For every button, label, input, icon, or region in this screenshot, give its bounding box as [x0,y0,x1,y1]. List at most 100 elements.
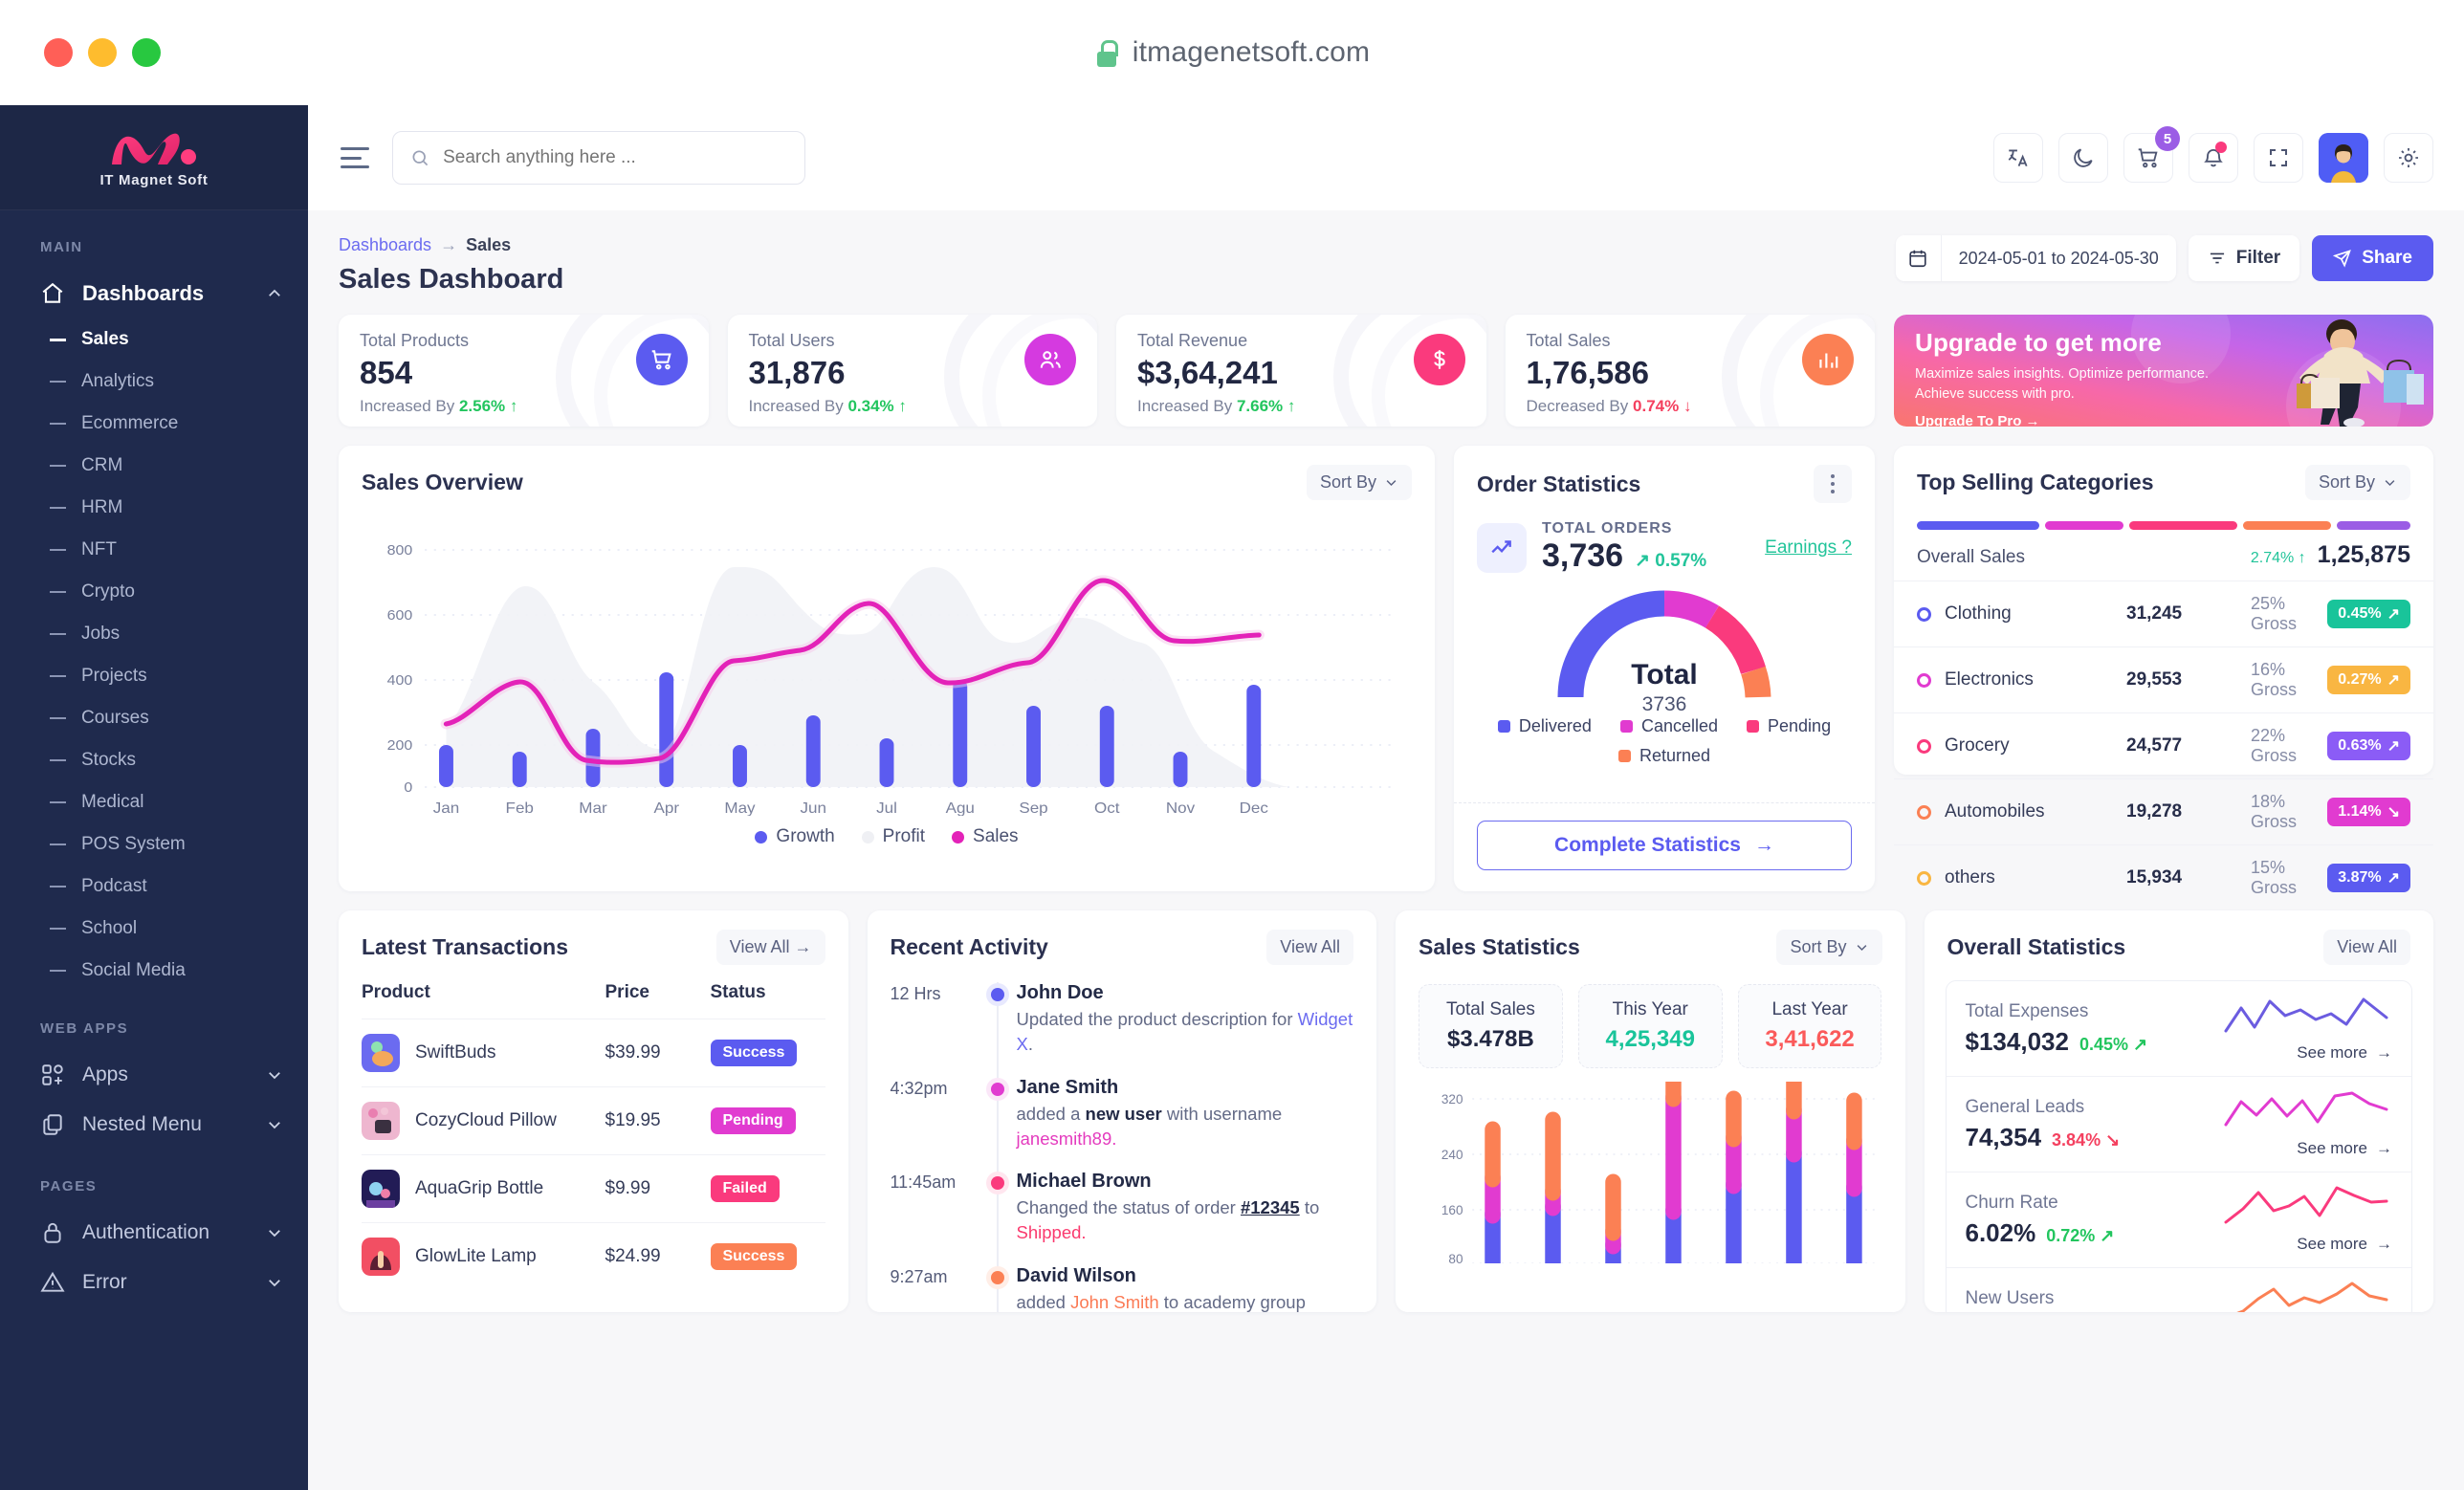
sidebar-item-dashboards[interactable]: Dashboards [0,269,308,318]
sidebar-item-error[interactable]: Error [0,1258,308,1307]
legend-item-returned[interactable]: Returned [1617,746,1710,766]
see-more-link[interactable]: See more → [2222,1043,2392,1063]
sidebar-subitem-stocks[interactable]: Stocks [0,739,308,781]
dash-icon [50,591,66,593]
sidebar-item-nested-menu[interactable]: Nested Menu [0,1100,308,1150]
complete-statistics-button[interactable]: Complete Statistics → [1477,821,1852,870]
view-all-button[interactable]: View All [1266,930,1353,965]
sort-by-button[interactable]: Sort By [2304,465,2410,500]
search-input[interactable] [443,147,787,168]
table-row[interactable]: SwiftBuds $39.99 Success [362,1019,825,1087]
product-cell: GlowLite Lamp [362,1238,605,1276]
sidebar-subitem-school[interactable]: School [0,908,308,950]
sidebar-subitem-crm[interactable]: CRM [0,445,308,487]
sidebar-subitem-label: NFT [81,539,117,559]
overall-row-general-leads[interactable]: General Leads 74,354 3.84% ↘ See more → [1946,1077,2411,1172]
category-row-clothing[interactable]: Clothing 31,245 25% Gross 0.45% ↗ [1894,581,2433,646]
upgrade-to-pro-link[interactable]: Upgrade To Pro → [1915,413,2242,427]
table-row[interactable]: CozyCloud Pillow $19.95 Pending [362,1086,825,1155]
kpi-card-total-revenue[interactable]: Total Revenue $3,64,241 Increased By 7.6… [1116,315,1486,427]
cart-button[interactable]: 5 [2123,126,2180,183]
overall-row-total-expenses[interactable]: Total Expenses $134,032 0.45% ↗ See more… [1946,981,2411,1077]
page-title: Sales Dashboard [339,264,564,295]
sidebar-item-authentication[interactable]: Authentication [0,1208,308,1258]
sidebar-subitem-medical[interactable]: Medical [0,781,308,823]
category-chip: 0.63% ↗ [2327,732,2410,760]
sidebar-subitem-jobs[interactable]: Jobs [0,613,308,655]
filter-button[interactable]: Filter [2188,235,2300,281]
sort-by-button[interactable]: Sort By [1306,465,1412,500]
category-gross: 18% Gross [2251,792,2298,831]
minimize-window-button[interactable] [88,38,117,67]
settings-button[interactable] [2384,133,2433,183]
table-row[interactable]: GlowLite Lamp $24.99 Success [362,1222,825,1290]
kpi-card-total-sales[interactable]: Total Sales 1,76,586 Decreased By 0.74% … [1505,315,1875,427]
activity-item[interactable]: 4:32pm Jane Smith added a new user with … [891,1063,1354,1173]
product-price: $9.99 [605,1154,711,1223]
sidebar-subitem-sales[interactable]: Sales [0,318,308,361]
breadcrumb-dashboards[interactable]: Dashboards [339,235,431,255]
category-row-others[interactable]: others 15,934 15% Gross 3.87% ↗ [1894,844,2433,910]
activity-item[interactable]: 12 Hrs John Doe Updated the product desc… [891,969,1354,1079]
more-options-button[interactable] [1814,465,1852,503]
sort-by-button[interactable]: Sort By [1776,930,1882,965]
sidebar-subitem-social-media[interactable]: Social Media [0,950,308,992]
see-more-link[interactable]: See more → [2222,1235,2392,1254]
dash-icon [50,970,66,972]
sidebar-subitem-podcast[interactable]: Podcast [0,866,308,908]
sidebar-subitem-courses[interactable]: Courses [0,697,308,739]
activity-link[interactable]: John Smith [1070,1292,1159,1312]
activity-link[interactable]: janesmith89. [1017,1128,1117,1149]
dark-mode-button[interactable] [2058,133,2108,183]
overall-row-new-users[interactable]: New Users 7,893 1.25% ↗ [1947,1268,2412,1312]
transactions-table-wrap: Product Price Status SwiftBuds $39.99 Su… [339,965,848,1290]
sidebar-subitem-hrm[interactable]: HRM [0,487,308,529]
date-range-picker[interactable]: 2024-05-01 to 2024-05-30 [1895,235,2176,281]
sidebar-subitem-ecommerce[interactable]: Ecommerce [0,403,308,445]
close-window-button[interactable] [44,38,73,67]
status-badge: Failed [710,1175,780,1202]
earnings-link[interactable]: Earnings ? [1765,537,1852,559]
sidebar-subitem-crypto[interactable]: Crypto [0,571,308,613]
kpi-card-total-products[interactable]: Total Products 854 Increased By 2.56% ↑ [339,315,709,427]
view-all-button[interactable]: View All → [715,930,825,965]
view-all-button[interactable]: View All [2323,930,2410,965]
legend-item-pending[interactable]: Pending [1747,716,1831,736]
card-title: Sales Statistics [1419,934,1580,959]
window-controls[interactable] [0,38,161,67]
legend-item-delivered[interactable]: Delivered [1497,716,1592,736]
translate-button[interactable] [1993,133,2043,183]
avatar[interactable] [2319,133,2368,183]
search-box[interactable] [392,131,805,185]
sidebar-subitem-nft[interactable]: NFT [0,529,308,571]
category-row-electronics[interactable]: Electronics 29,553 16% Gross 0.27% ↗ [1894,646,2433,712]
maximize-window-button[interactable] [132,38,161,67]
activity-item[interactable]: 9:27am David Wilson added John Smith to … [891,1252,1354,1312]
sidebar-subitem-analytics[interactable]: Analytics [0,361,308,403]
overall-row-right: See more → [2222,1282,2392,1312]
sales-statistics-card: Sales Statistics Sort By Total Sales $3.… [1396,910,1905,1312]
legend-item-profit[interactable]: Profit [861,826,925,847]
category-row-grocery[interactable]: Grocery 24,577 22% Gross 0.63% ↗ [1894,712,2433,778]
share-button[interactable]: Share [2312,235,2433,281]
sidebar-subitem-pos-system[interactable]: POS System [0,823,308,866]
upgrade-promo-banner[interactable]: Upgrade to get more Maximize sales insig… [1894,315,2433,427]
menu-toggle-button[interactable] [341,147,369,168]
brand-logo[interactable]: IT Magnet Soft [0,105,308,210]
category-row-automobiles[interactable]: Automobiles 19,278 18% Gross 1.14% ↘ [1894,778,2433,844]
table-row[interactable]: AquaGrip Bottle $9.99 Failed [362,1154,825,1223]
notifications-button[interactable] [2189,133,2238,183]
legend-item-sales[interactable]: Sales [952,826,1019,847]
overall-row-churn-rate[interactable]: Churn Rate 6.02% 0.72% ↗ See more → [1946,1172,2411,1268]
order-link[interactable]: #12345 [1241,1197,1300,1217]
fullscreen-button[interactable] [2254,133,2303,183]
activity-item[interactable]: 11:45am Michael Brown Changed the status… [891,1157,1354,1267]
legend-item-cancelled[interactable]: Cancelled [1619,716,1718,736]
see-more-link[interactable]: See more → [2222,1139,2392,1158]
sidebar-subitem-projects[interactable]: Projects [0,655,308,697]
legend-item-growth[interactable]: Growth [755,826,835,847]
card-header: Recent Activity View All [868,910,1377,965]
sidebar-item-apps[interactable]: Apps [0,1050,308,1100]
kpi-card-total-users[interactable]: Total Users 31,876 Increased By 0.34% ↑ [727,315,1097,427]
legend-swatch [1619,720,1633,733]
